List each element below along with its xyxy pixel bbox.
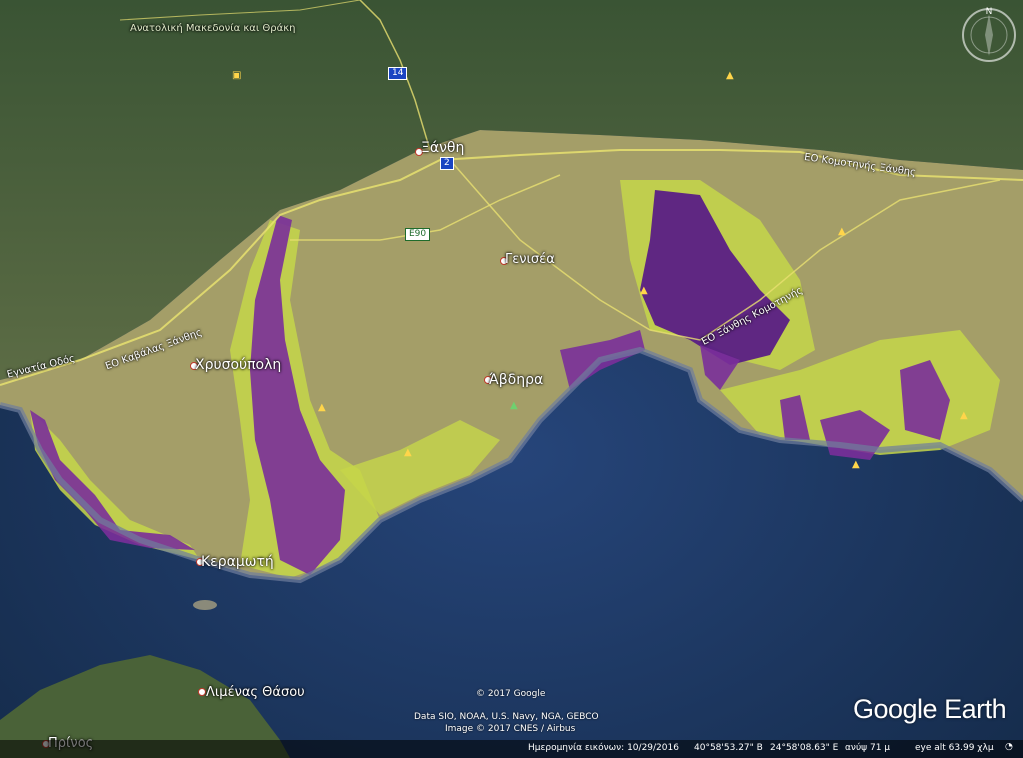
streaming-icon: ◔ — [1005, 742, 1013, 752]
city-label-keramoti[interactable]: Κεραμωτή — [201, 554, 274, 570]
islet — [193, 600, 217, 610]
compass-icon[interactable]: N — [960, 6, 1018, 64]
poi-icon[interactable]: ▲ — [852, 459, 860, 470]
city-label-chrysoupoli[interactable]: Χρυσούπολη — [195, 357, 281, 373]
region-label: Ανατολική Μακεδονία και Θράκη — [130, 23, 296, 34]
park-icon[interactable]: ▲ — [510, 400, 518, 411]
poi-icon[interactable]: ▣ — [232, 70, 241, 81]
road-shield-2: 2 — [440, 157, 454, 170]
city-label-avdira[interactable]: Άβδηρα — [489, 372, 543, 388]
latitude-readout: 40°58'53.27" Β — [694, 743, 763, 753]
google-earth-logo: Google Earth — [853, 694, 1007, 724]
poi-icon[interactable]: ▲ — [838, 226, 846, 237]
imagery-date: Ημερομηνία εικόνων: 10/29/2016 — [528, 743, 679, 753]
data-attribution: Data SIO, NOAA, U.S. Navy, NGA, GEBCO — [414, 712, 599, 722]
poi-icon[interactable]: ▲ — [726, 70, 734, 81]
image-attribution: Image © 2017 CNES / Airbus — [445, 724, 576, 734]
city-marker-limenas[interactable] — [198, 688, 206, 696]
city-label-genisea[interactable]: Γενισέα — [505, 252, 555, 267]
road-shield-e90: E90 — [405, 228, 431, 241]
elevation-readout: ανύψ 71 μ — [845, 743, 891, 753]
compass-north-label: N — [986, 7, 993, 17]
city-label-limenas[interactable]: Λιμένας Θάσου — [206, 685, 305, 700]
eye-altitude-readout: eye alt 63.99 χλμ — [915, 743, 994, 753]
copyright-text: © 2017 Google — [476, 689, 546, 699]
road-shield-14: 14 — [388, 67, 408, 80]
poi-icon[interactable]: ▲ — [960, 410, 968, 421]
poi-icon[interactable]: ▲ — [640, 285, 648, 296]
longitude-readout: 24°58'08.63" Ε — [770, 743, 839, 753]
poi-icon[interactable]: ▲ — [318, 402, 326, 413]
city-label-xanthi[interactable]: Ξάνθη — [421, 140, 464, 156]
poi-icon[interactable]: ▲ — [404, 447, 412, 458]
status-bar: Ημερομηνία εικόνων: 10/29/2016 40°58'53.… — [0, 740, 1023, 758]
